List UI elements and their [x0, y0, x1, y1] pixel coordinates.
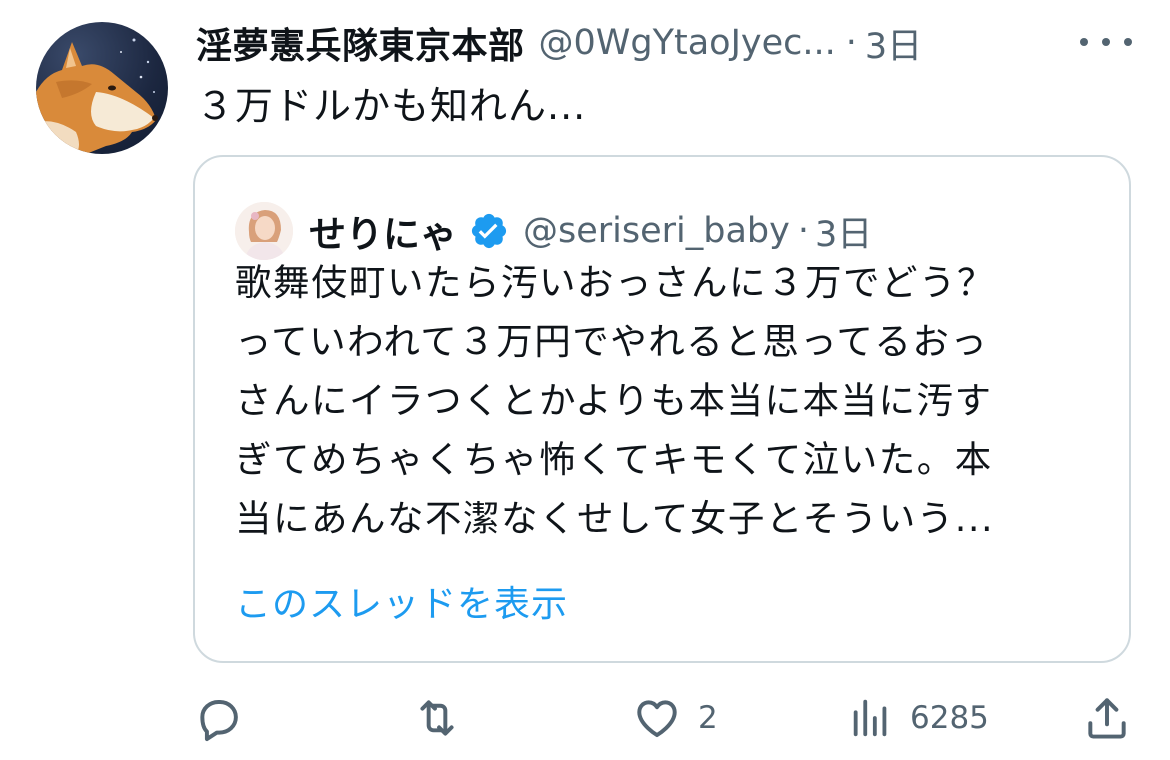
- quoted-tweet-text: 歌舞伎町いたら汚いおっさんに３万でどう？ っていわれて３万円でやれると思ってるお…: [235, 253, 1095, 548]
- quoted-tweet-card[interactable]: せりにゃ @seriseri_baby · 3日 歌舞伎町いたら汚いおっさんに３…: [193, 155, 1131, 663]
- quoted-text-line: 当にあんな不潔なくせして女子とそういう...: [235, 497, 995, 540]
- quoted-text-line: ぎてめちゃくちゃ怖くてキモくて泣いた。本: [235, 438, 993, 481]
- more-dot: [1080, 38, 1088, 46]
- quoted-avatar-image: [235, 202, 293, 260]
- quoted-text-line: っていわれて３万円でやれると思ってるおっ: [235, 320, 989, 363]
- show-thread-link[interactable]: このスレッドを表示: [235, 575, 568, 627]
- author-display-name[interactable]: 淫夢憲兵隊東京本部: [196, 17, 525, 69]
- author-avatar[interactable]: [36, 22, 168, 154]
- verified-badge-icon: [469, 211, 509, 251]
- quoted-tweet-timestamp[interactable]: 3日: [815, 206, 872, 257]
- retweet-button[interactable]: [410, 690, 464, 746]
- retweet-icon: [410, 693, 464, 743]
- share-icon: [1082, 693, 1132, 743]
- quoted-tweet-header: せりにゃ @seriseri_baby · 3日: [235, 201, 872, 261]
- tweet-action-bar: 2 6285: [0, 690, 1170, 746]
- more-options-icon[interactable]: [1080, 22, 1132, 62]
- quoted-header-separator: ·: [797, 211, 809, 251]
- quoted-author-handle[interactable]: @seriseri_baby: [523, 211, 790, 251]
- quoted-text-line: さんにイラつくとかよりも本当に本当に汚す: [235, 379, 993, 422]
- quoted-text-line: 歌舞伎町いたら汚いおっさんに３万でどう？: [235, 261, 995, 304]
- like-button[interactable]: 2: [632, 690, 718, 746]
- views-count: 6285: [910, 700, 989, 736]
- tweet-header: 淫夢憲兵隊東京本部 @0WgYtaoJyec... · 3日: [196, 14, 922, 72]
- more-dot: [1102, 38, 1110, 46]
- share-button[interactable]: [1082, 690, 1132, 746]
- heart-icon: [632, 693, 682, 743]
- header-separator: ·: [845, 23, 857, 63]
- quoted-author-display-name[interactable]: せりにゃ: [309, 204, 457, 258]
- views-button[interactable]: 6285: [848, 690, 989, 746]
- quoted-author-avatar[interactable]: [235, 202, 293, 260]
- fox-avatar-image: [36, 38, 158, 154]
- author-handle[interactable]: @0WgYtaoJyec...: [539, 23, 836, 63]
- reply-button[interactable]: [194, 690, 244, 746]
- like-count: 2: [698, 700, 718, 736]
- tweet-text: ３万ドルかも知れん...: [196, 84, 587, 128]
- more-dot: [1124, 38, 1132, 46]
- reply-icon: [194, 693, 244, 743]
- tweet-timestamp[interactable]: 3日: [865, 18, 922, 69]
- views-icon: [848, 693, 894, 743]
